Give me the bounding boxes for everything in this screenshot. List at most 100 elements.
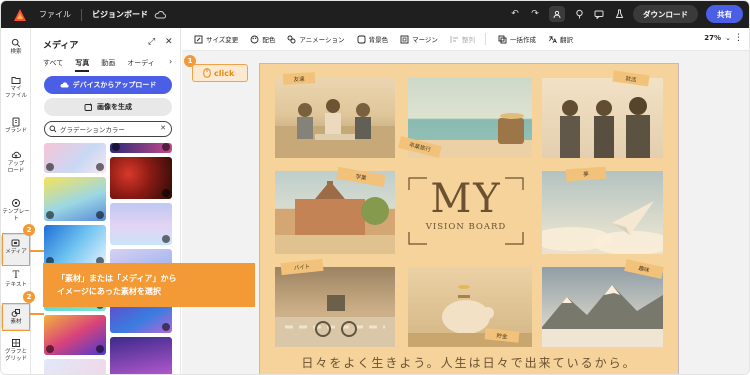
palette-icon [250, 35, 259, 43]
media-thumbnail[interactable] [44, 143, 106, 173]
share-button[interactable]: 共有 [706, 5, 743, 23]
divider [484, 33, 486, 45]
media-search-input[interactable]: グラデーションカラー ✕ [44, 121, 172, 137]
undo-icon[interactable]: ↶ [509, 8, 521, 20]
media-thumbnail[interactable] [44, 359, 106, 374]
toolbar-label: マージン [412, 36, 438, 44]
rail-item-text[interactable]: T テキスト [1, 271, 31, 289]
chevron-down-icon[interactable]: ⌄ [725, 34, 731, 42]
bulk-create-button[interactable]: 一括作成 [498, 34, 536, 44]
highlight-elements [2, 303, 30, 331]
color-scheme-button[interactable]: 配色 [250, 34, 275, 44]
photo-job-hunting[interactable] [542, 78, 663, 158]
more-options-icon[interactable]: ⋮ [734, 33, 743, 43]
rail-label: マイ ファイル [4, 86, 27, 99]
clear-search-icon[interactable]: ✕ [160, 124, 166, 132]
resize-button[interactable]: サイズ変更 [194, 34, 238, 44]
background-color-button[interactable]: 背景色 [357, 34, 389, 44]
upload-cloud-icon [60, 82, 69, 88]
media-thumbnail[interactable] [44, 315, 106, 355]
rail-item-search[interactable]: 検索 [1, 38, 31, 56]
zoom-level[interactable]: 27% [704, 34, 721, 42]
title-frame-icon [408, 177, 524, 245]
delivery-bike-photo-icon [275, 295, 395, 347]
friends-photo-icon [275, 99, 395, 158]
rail-item-my-files[interactable]: マイ ファイル [1, 75, 31, 100]
tab-photos[interactable]: 写真 [75, 58, 90, 72]
highlight-media [2, 233, 30, 266]
download-button[interactable]: ダウンロード [633, 5, 698, 23]
chevron-right-icon[interactable]: › [169, 57, 172, 66]
upload-cloud-icon [11, 151, 21, 159]
animation-button[interactable]: アニメーション [287, 34, 345, 44]
document-title[interactable]: ビジョンボード [92, 9, 148, 20]
divider [81, 8, 82, 21]
toolbar-label: 背景色 [368, 36, 389, 44]
connector-line [30, 313, 44, 315]
step-badge-2: 2 [23, 291, 35, 303]
search-icon [11, 38, 21, 48]
add-user-icon[interactable] [549, 6, 565, 22]
rail-label: グラフと グリッド [4, 349, 27, 362]
media-thumbnail[interactable] [110, 203, 172, 245]
rail-label: 検索 [10, 49, 22, 55]
mountains-photo-icon [542, 285, 663, 347]
flask-icon[interactable] [613, 8, 625, 20]
upload-from-device-button[interactable]: デバイスからアップロード [44, 76, 172, 94]
text-icon: T [12, 270, 20, 281]
media-thumbnail[interactable] [44, 225, 106, 267]
redo-icon[interactable]: ↷ [529, 8, 541, 20]
margin-button[interactable]: マージン [400, 34, 438, 44]
callout-line-2: イメージにあった素材を選択 [57, 287, 161, 296]
mouse-icon [203, 68, 211, 78]
tab-audio[interactable]: オーディ [127, 58, 155, 72]
rail-label: テキスト [5, 282, 27, 288]
media-thumbnail[interactable] [110, 157, 172, 199]
business-people-photo-icon [560, 97, 650, 158]
rail-item-templates[interactable]: テンプレー ト [1, 198, 31, 223]
animation-icon [287, 35, 296, 43]
click-indicator: click [192, 64, 248, 82]
rail-label: アップ ロード [7, 161, 25, 174]
brand-icon [12, 117, 20, 127]
photo-hobby[interactable] [542, 267, 663, 347]
file-menu[interactable]: ファイル [39, 9, 71, 20]
close-icon[interactable]: ✕ [165, 37, 173, 47]
grid-icon [12, 339, 20, 347]
template-icon [12, 199, 20, 207]
editor-toolbar: サイズ変更 配色 アニメーション 背景色 マージン 整列 一括作成 翻訳 27%… [182, 28, 749, 51]
translate-button[interactable]: 翻訳 [548, 34, 573, 44]
translate-icon [548, 35, 557, 43]
photo-friends[interactable] [275, 78, 395, 158]
pin-icon[interactable] [573, 8, 585, 20]
app-window: ファイル ビジョンボード ↶ ↷ ダウンロード 共有 検索 マイ ファイル ブラ… [0, 0, 750, 375]
expand-icon[interactable]: ⤢ [148, 37, 155, 47]
vision-board-title[interactable]: MY VISION BOARD [407, 176, 525, 246]
search-value: グラデーションカラー [60, 126, 125, 134]
media-thumbnail[interactable] [110, 337, 172, 374]
toolbar-label: サイズ変更 [206, 36, 239, 44]
photo-part-time-job[interactable] [275, 267, 395, 347]
adobe-express-logo-icon[interactable] [13, 8, 27, 22]
media-panel: メディア ⤢ ✕ すべて 写真 動画 オーディ › デバイスからアップロード 画… [31, 28, 181, 374]
media-thumbnail[interactable] [110, 143, 172, 153]
comment-icon[interactable] [593, 8, 605, 20]
tape-label: 友達 [282, 72, 316, 85]
folder-icon [11, 77, 21, 84]
top-actions: ↶ ↷ ダウンロード 共有 [509, 5, 743, 23]
rail-item-brand[interactable]: ブランド [1, 117, 31, 135]
rail-item-charts-grids[interactable]: グラフと グリッド [1, 338, 31, 363]
board-quote[interactable]: 日々をよく生きよう。人生は日々で出来ているから。 [259, 354, 679, 371]
rail-item-upload[interactable]: アップ ロード [1, 150, 31, 175]
top-bar: ファイル ビジョンボード ↶ ↷ ダウンロード 共有 [1, 1, 749, 28]
background-color-icon [357, 35, 366, 43]
rail-label: ブランド [4, 128, 27, 134]
tab-all[interactable]: すべて [43, 58, 63, 72]
connector-line [30, 250, 44, 252]
align-button[interactable]: 整列 [450, 34, 475, 44]
photo-dream[interactable] [542, 171, 663, 254]
toolbar-label: アニメーション [299, 36, 345, 44]
generate-image-button[interactable]: 画像を生成 [44, 98, 172, 116]
media-thumbnail[interactable] [44, 177, 106, 221]
tab-videos[interactable]: 動画 [101, 58, 115, 72]
